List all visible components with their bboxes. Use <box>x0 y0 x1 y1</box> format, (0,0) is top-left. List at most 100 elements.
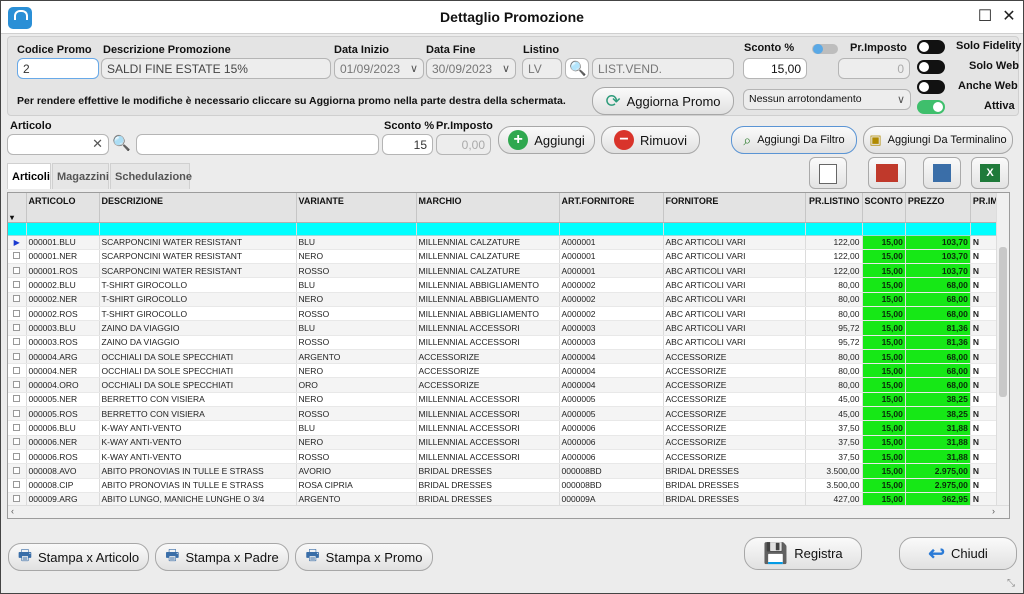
cell-variante[interactable]: BLU <box>296 277 417 293</box>
cell-prezzo[interactable]: 38,25 <box>905 406 971 422</box>
cell-articolo[interactable]: 000006.NER <box>26 435 100 450</box>
cell-prezzo[interactable]: 2.975,00 <box>905 478 971 493</box>
cell-fornitore[interactable]: ABC ARTICOLI VARI <box>663 277 806 293</box>
table-row[interactable]: 000008.AVO ABITO PRONOVIAS IN TULLE E STR… <box>8 463 1002 479</box>
cell-art-fornitore[interactable]: 000008BD <box>559 463 664 479</box>
stampa-articolo-button[interactable]: 🖶 Stampa x Articolo <box>8 543 149 571</box>
cell-variante[interactable]: NERO <box>296 392 417 408</box>
cell-art-fornitore[interactable]: A000006 <box>559 420 664 436</box>
cell-articolo[interactable]: 000005.NER <box>26 392 100 408</box>
listino-code-input[interactable]: LV <box>522 58 562 79</box>
cell-prezzo[interactable]: 68,00 <box>905 292 971 307</box>
cell-marchio[interactable]: BRIDAL DRESSES <box>416 478 560 493</box>
cell-sconto[interactable]: 15,00 <box>862 478 906 493</box>
row-selector[interactable] <box>8 377 27 393</box>
cell-fornitore[interactable]: ACCESSORIZE <box>663 349 806 365</box>
data-fine-field[interactable]: 30/09/2023 ∨ <box>426 58 516 79</box>
row-selector[interactable] <box>8 306 27 322</box>
cell-prezzo[interactable]: 81,36 <box>905 320 971 336</box>
stampa-padre-button[interactable]: 🖶 Stampa x Padre <box>155 543 289 571</box>
col-prezzo[interactable]: PREZZO <box>905 193 971 223</box>
primposto-art-input[interactable]: 0,00 <box>436 134 491 155</box>
col-art-fornitore[interactable]: ART.FORNITORE <box>559 193 664 223</box>
cell-fornitore[interactable]: BRIDAL DRESSES <box>663 463 806 479</box>
filter-row[interactable] <box>8 222 1002 236</box>
cell-prezzo[interactable]: 31,88 <box>905 449 971 465</box>
cell-articolo[interactable]: 000004.ARG <box>26 349 100 365</box>
cell-pr-listino[interactable]: 3.500,00 <box>805 463 863 479</box>
cell-descrizione[interactable]: SCARPONCINI WATER RESISTANT <box>99 235 297 250</box>
cell-prezzo[interactable]: 103,70 <box>905 249 971 265</box>
cell-marchio[interactable]: MILLENNIAL CALZATURE <box>416 235 560 250</box>
cell-variante[interactable]: NERO <box>296 292 417 307</box>
cell-sconto[interactable]: 15,00 <box>862 277 906 293</box>
cell-descrizione[interactable]: T-SHIRT GIROCOLLO <box>99 306 297 322</box>
horizontal-scrollbar[interactable]: ‹ › <box>8 505 1009 518</box>
cell-descrizione[interactable]: K-WAY ANTI-VENTO <box>99 420 297 436</box>
cell-variante[interactable]: ROSSO <box>296 263 417 279</box>
cell-descrizione[interactable]: ABITO PRONOVIAS IN TULLE E STRASS <box>99 478 297 493</box>
cell-fornitore[interactable]: ACCESSORIZE <box>663 377 806 393</box>
table-row[interactable]: 000004.NER OCCHIALI DA SOLE SPECCHIATI NER… <box>8 363 1002 379</box>
cell-art-fornitore[interactable]: A000003 <box>559 320 664 336</box>
sconto-input[interactable]: 15,00 <box>743 58 807 79</box>
cell-pr-listino[interactable]: 122,00 <box>805 249 863 265</box>
table-row[interactable]: 000006.BLU K-WAY ANTI-VENTO BLU MILLENNIAL … <box>8 420 1002 436</box>
maximize-icon[interactable]: ☐ <box>976 8 994 26</box>
cell-descrizione[interactable]: SCARPONCINI WATER RESISTANT <box>99 249 297 265</box>
tab-articoli[interactable]: Articoli <box>7 163 51 189</box>
table-row[interactable]: 000004.ORO OCCHIALI DA SOLE SPECCHIATI ORO… <box>8 377 1002 393</box>
cell-marchio[interactable]: MILLENNIAL ACCESSORI <box>416 335 560 350</box>
cell-fornitore[interactable]: ACCESSORIZE <box>663 392 806 408</box>
cell-art-fornitore[interactable]: A000004 <box>559 363 664 379</box>
cell-prezzo[interactable]: 38,25 <box>905 392 971 408</box>
cell-prezzo[interactable]: 68,00 <box>905 306 971 322</box>
cell-prezzo[interactable]: 68,00 <box>905 363 971 379</box>
cell-variante[interactable]: ROSSO <box>296 306 417 322</box>
cell-art-fornitore[interactable]: A000002 <box>559 277 664 293</box>
cell-variante[interactable]: ARGENTO <box>296 349 417 365</box>
cell-articolo[interactable]: 000003.BLU <box>26 320 100 336</box>
cell-sconto[interactable]: 15,00 <box>862 463 906 479</box>
cell-descrizione[interactable]: T-SHIRT GIROCOLLO <box>99 277 297 293</box>
cell-descrizione[interactable]: T-SHIRT GIROCOLLO <box>99 292 297 307</box>
cell-descrizione[interactable]: SCARPONCINI WATER RESISTANT <box>99 263 297 279</box>
stampa-promo-button[interactable]: 🖶 Stampa x Promo <box>295 543 433 571</box>
registra-button[interactable]: 💾 Registra <box>744 537 862 570</box>
arrotondamento-select[interactable]: Nessun arrotondamento ∨ <box>743 89 911 110</box>
cell-pr-listino[interactable]: 80,00 <box>805 277 863 293</box>
cell-variante[interactable]: ROSSO <box>296 335 417 350</box>
cell-articolo[interactable]: 000002.NER <box>26 292 100 307</box>
cell-pr-listino[interactable]: 3.500,00 <box>805 478 863 493</box>
terminal-device-icon[interactable] <box>923 157 961 189</box>
cell-descrizione[interactable]: K-WAY ANTI-VENTO <box>99 449 297 465</box>
table-row[interactable]: 000002.NER T-SHIRT GIROCOLLO NERO MILLENNIA… <box>8 292 1002 307</box>
row-selector[interactable] <box>8 263 27 279</box>
cell-fornitore[interactable]: ABC ARTICOLI VARI <box>663 335 806 350</box>
row-selector[interactable] <box>8 478 27 493</box>
cell-marchio[interactable]: MILLENNIAL ACCESSORI <box>416 449 560 465</box>
cell-articolo[interactable]: 000006.BLU <box>26 420 100 436</box>
rimuovi-button[interactable]: − Rimuovi <box>601 126 700 154</box>
cell-art-fornitore[interactable]: A000001 <box>559 235 664 250</box>
row-selector[interactable] <box>8 335 27 350</box>
col-articolo[interactable]: ARTICOLO <box>26 193 100 223</box>
cell-articolo[interactable]: 000004.NER <box>26 363 100 379</box>
cell-descrizione[interactable]: OCCHIALI DA SOLE SPECCHIATI <box>99 349 297 365</box>
cell-descrizione[interactable]: ABITO PRONOVIAS IN TULLE E STRASS <box>99 463 297 479</box>
row-selector[interactable] <box>8 420 27 436</box>
sconto-art-input[interactable]: 15 <box>382 134 433 155</box>
cell-pr-listino[interactable]: 80,00 <box>805 306 863 322</box>
cell-marchio[interactable]: ACCESSORIZE <box>416 377 560 393</box>
cell-sconto[interactable]: 15,00 <box>862 235 906 250</box>
cell-art-fornitore[interactable]: A000001 <box>559 249 664 265</box>
cell-articolo[interactable]: 000001.NER <box>26 249 100 265</box>
cell-articolo[interactable]: 000002.BLU <box>26 277 100 293</box>
cell-descrizione[interactable]: K-WAY ANTI-VENTO <box>99 435 297 450</box>
cell-marchio[interactable]: ACCESSORIZE <box>416 363 560 379</box>
table-row[interactable]: 000006.NER K-WAY ANTI-VENTO NERO MILLENNIAL… <box>8 435 1002 450</box>
cell-marchio[interactable]: BRIDAL DRESSES <box>416 463 560 479</box>
cell-prezzo[interactable]: 68,00 <box>905 349 971 365</box>
cell-sconto[interactable]: 15,00 <box>862 435 906 450</box>
cell-sconto[interactable]: 15,00 <box>862 363 906 379</box>
